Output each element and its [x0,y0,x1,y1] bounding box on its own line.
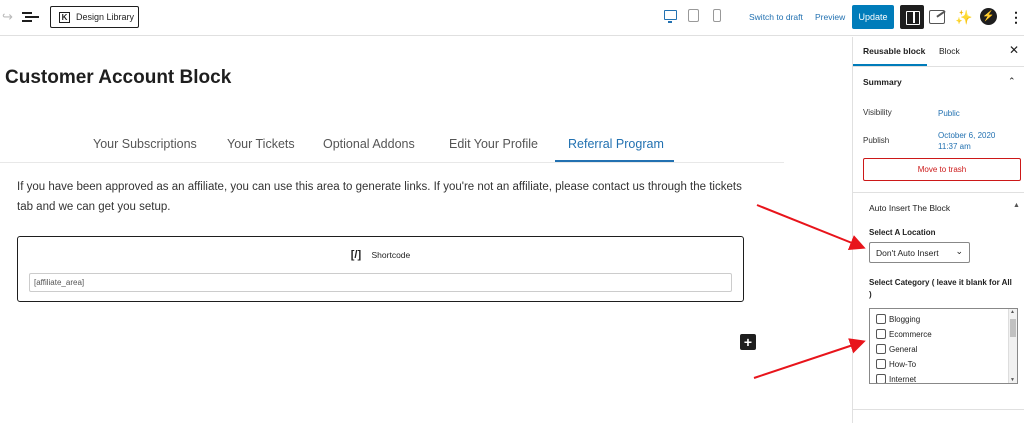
visibility-value[interactable]: Public [938,108,960,119]
chevron-up-icon[interactable]: ⌃ [1008,76,1016,87]
bolt-icon[interactable]: ⚡ [980,8,997,25]
shortcode-header: [/] Shortcode [18,249,743,261]
more-options-icon[interactable]: ⋮ [1009,8,1023,26]
switch-to-draft-button[interactable]: Switch to draft [749,12,803,22]
category-scrollbar[interactable]: ▲ ▼ [1008,309,1017,383]
summary-heading[interactable]: Summary [863,77,902,87]
publish-label: Publish [863,136,890,145]
sidebar-tabs: Reusable block Block ✕ [853,37,1024,67]
category-label: Internet [889,374,917,384]
close-icon[interactable]: ✕ [1009,43,1019,57]
account-tabs: Your Subscriptions Your Tickets Optional… [0,131,784,163]
add-block-icon[interactable]: + [740,334,756,350]
category-label: How-To [889,359,917,369]
affiliate-paragraph[interactable]: If you have been approved as an affiliat… [17,177,757,217]
category-item-how-to[interactable]: How-To [876,359,916,369]
edit-icon[interactable] [929,10,945,24]
tab-reusable-block[interactable]: Reusable block [863,46,925,56]
category-item-blogging[interactable]: Blogging [876,314,920,324]
document-outline-icon[interactable] [22,10,39,24]
shortcode-label: Shortcode [371,250,411,260]
top-toolbar: ↪ K Design Library Switch to draft Previ… [0,0,1024,36]
category-label: Ecommerce [889,329,932,339]
tab-referral-program[interactable]: Referral Program [568,137,664,151]
visibility-label: Visibility [863,108,892,117]
select-location-label: Select A Location [869,228,936,237]
desktop-preview-icon[interactable] [664,10,677,23]
category-label: General [889,344,918,354]
category-label: Blogging [889,314,921,324]
scroll-up-icon[interactable]: ▲ [1010,309,1015,315]
page-title[interactable]: Customer Account Block [5,67,231,89]
category-item-ecommerce[interactable]: Ecommerce [876,329,932,339]
design-library-label: Design Library [76,12,135,22]
active-tab-indicator [555,160,674,162]
category-item-internet[interactable]: Internet [876,374,917,384]
tab-your-tickets[interactable]: Your Tickets [227,137,295,151]
editor-canvas: Customer Account Block Your Subscription… [0,37,852,423]
settings-sidebar: Reusable block Block ✕ Summary ⌃ Visibil… [852,37,1024,423]
chevron-down-icon: ⌄ [955,246,963,256]
shortcode-block[interactable]: [/] Shortcode [affiliate_area] [17,236,744,302]
sidebar-divider [853,192,1024,193]
design-library-button[interactable]: K Design Library [50,6,139,28]
category-item-general[interactable]: General [876,344,917,354]
category-checkbox[interactable] [876,314,886,324]
publish-date-line2[interactable]: 11:37 am [938,141,971,152]
select-category-label-line1: Select Category ( leave it blank for All [869,278,1012,287]
move-to-trash-button[interactable]: Move to trash [863,158,1021,181]
triangle-up-icon[interactable]: ▲ [1013,202,1020,209]
select-category-label-line2: ) [869,290,872,299]
category-checkbox[interactable] [876,329,886,339]
tab-block[interactable]: Block [939,46,960,56]
tablet-preview-icon[interactable] [688,9,699,22]
category-checkbox[interactable] [876,359,886,369]
update-button[interactable]: Update [852,5,894,29]
publish-date-line1[interactable]: October 6, 2020 [938,130,995,141]
shortcode-icon: [/] [350,249,362,261]
preview-button[interactable]: Preview [815,12,845,22]
mobile-preview-icon[interactable] [713,9,721,22]
location-select-value: Don't Auto Insert [876,248,939,258]
shortcode-input[interactable]: [affiliate_area] [29,273,732,292]
scroll-down-icon[interactable]: ▼ [1010,377,1015,383]
kadence-logo-icon: K [59,11,70,23]
category-checkbox[interactable] [876,344,886,354]
sidebar-active-tab-indicator [853,64,927,66]
auto-insert-heading[interactable]: Auto Insert The Block [869,203,950,213]
scrollbar-thumb[interactable] [1010,319,1016,337]
sidebar-bottom-divider [853,409,1024,410]
tab-your-subscriptions[interactable]: Your Subscriptions [93,137,197,151]
location-select[interactable]: Don't Auto Insert ⌄ [869,242,970,263]
category-list[interactable]: Blogging Ecommerce General How-To Intern… [869,308,1018,384]
tab-optional-addons[interactable]: Optional Addons [323,137,415,151]
redo-icon[interactable]: ↪ [2,10,16,24]
tab-edit-your-profile[interactable]: Edit Your Profile [449,137,538,151]
category-checkbox[interactable] [876,374,886,383]
kadence-icon[interactable]: ✨ [955,8,973,26]
settings-toggle-button[interactable] [900,5,924,29]
